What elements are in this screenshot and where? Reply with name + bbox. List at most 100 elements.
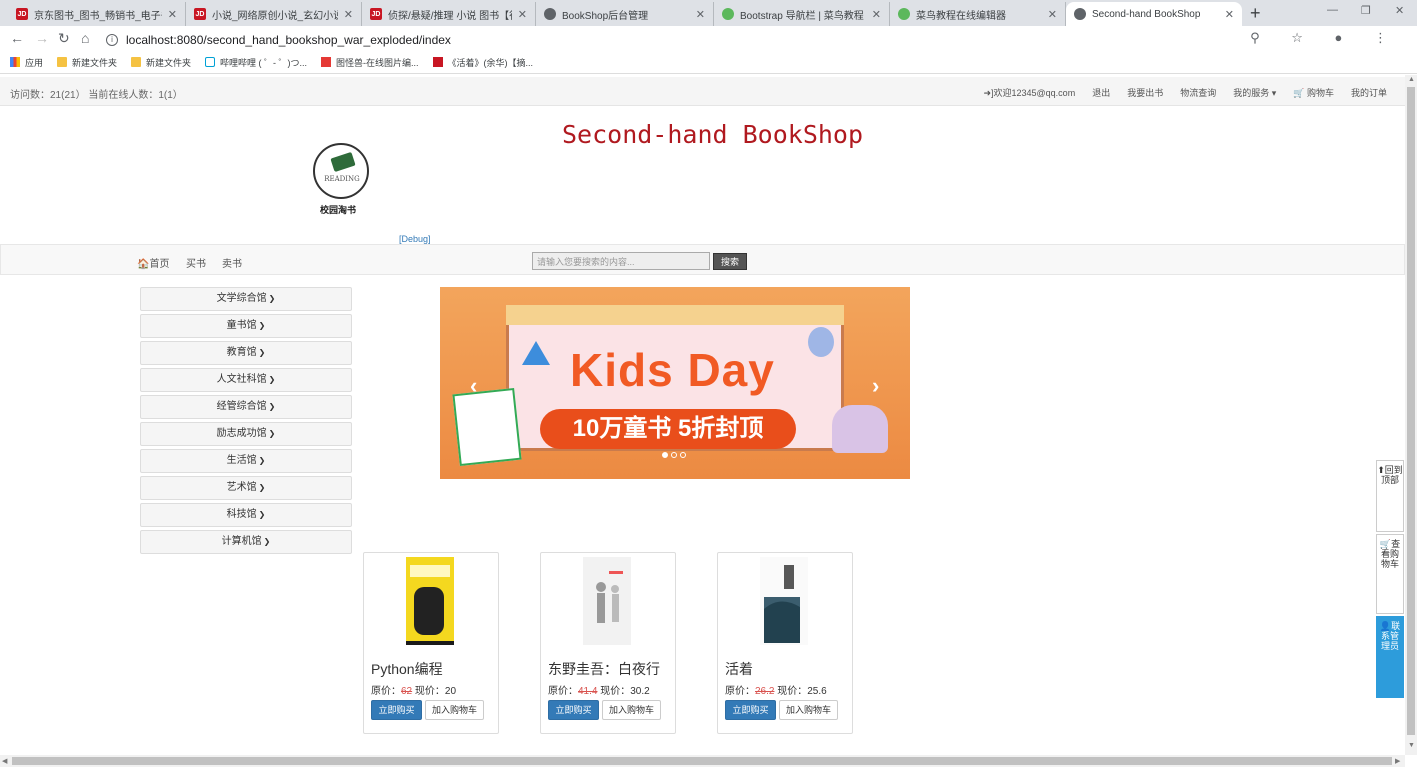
- scrollbar-thumb[interactable]: [12, 757, 1392, 765]
- scroll-right-icon[interactable]: ▶: [1395, 757, 1400, 765]
- view-cart-button[interactable]: 🛒查看购物车: [1376, 534, 1404, 614]
- carousel-dot[interactable]: [671, 452, 677, 458]
- buy-now-button[interactable]: 立即购买: [371, 700, 422, 720]
- browser-tab[interactable]: BookShop后台管理 ✕: [536, 2, 714, 26]
- nav-buy[interactable]: 买书: [186, 255, 206, 270]
- carousel-dot[interactable]: [680, 452, 686, 458]
- vertical-scrollbar[interactable]: ▲ ▼: [1405, 75, 1417, 755]
- scroll-left-icon[interactable]: ◀: [2, 757, 7, 765]
- debug-link[interactable]: [Debug]: [399, 234, 431, 244]
- category-item[interactable]: 计算机馆 ❯: [140, 530, 352, 554]
- category-item[interactable]: 科技馆 ❯: [140, 503, 352, 527]
- cart-link[interactable]: 🛒 购物车: [1293, 86, 1334, 99]
- carousel-dot[interactable]: [662, 452, 668, 458]
- back-icon[interactable]: ←: [10, 30, 24, 46]
- add-to-cart-button[interactable]: 加入购物车: [602, 700, 661, 720]
- welcome-user[interactable]: ➜]欢迎12345@qq.com: [983, 86, 1075, 99]
- browser-tab[interactable]: JD 侦探/悬疑/推理 小说 图书【行情 ✕: [362, 2, 536, 26]
- browser-tab[interactable]: 菜鸟教程在线编辑器 ✕: [890, 2, 1066, 26]
- search-input[interactable]: 请输入您要搜索的内容...: [532, 252, 710, 270]
- home-icon[interactable]: ⌂: [81, 30, 89, 46]
- product-name[interactable]: 东野圭吾：白夜行: [548, 659, 660, 679]
- window-close-button[interactable]: ✕: [1395, 4, 1404, 17]
- browser-tab[interactable]: JD 京东图书_图书_畅销书_电子书_新 ✕: [8, 2, 186, 26]
- close-icon[interactable]: ✕: [696, 8, 705, 21]
- apps-icon: [10, 57, 20, 67]
- bookmark-item[interactable]: 应用: [10, 56, 43, 69]
- logo-caption: 校园淘书: [320, 205, 357, 215]
- horizontal-scrollbar[interactable]: ◀ ▶: [0, 755, 1405, 767]
- scroll-down-icon[interactable]: ▼: [1408, 742, 1415, 749]
- carousel-next-icon[interactable]: ›: [872, 373, 879, 399]
- close-icon[interactable]: ✕: [344, 8, 353, 21]
- logout-link[interactable]: 退出: [1092, 86, 1110, 99]
- category-label: 教育馆: [226, 347, 257, 358]
- book-cover[interactable]: [583, 557, 631, 645]
- scrollbar-thumb[interactable]: [1407, 87, 1415, 735]
- chevron-down-icon: ❯: [263, 537, 271, 546]
- category-item[interactable]: 人文社科馆 ❯: [140, 368, 352, 392]
- sell-book-link[interactable]: 我要出书: [1127, 86, 1163, 99]
- category-item[interactable]: 生活馆 ❯: [140, 449, 352, 473]
- tab-title: 京东图书_图书_畅销书_电子书_新: [34, 10, 162, 22]
- bookmark-item[interactable]: 新建文件夹: [57, 56, 117, 69]
- category-item[interactable]: 经管综合馆 ❯: [140, 395, 352, 419]
- category-item[interactable]: 教育馆 ❯: [140, 341, 352, 365]
- top-nav: ➜]欢迎12345@qq.com 退出 我要出书 物流查询 我的服务 ▾ 🛒 购…: [966, 86, 1387, 99]
- minimize-button[interactable]: —: [1327, 4, 1338, 16]
- bookmark-item[interactable]: 哔哩哔哩 ( ゜- ゜)つ...: [205, 56, 307, 69]
- add-to-cart-button[interactable]: 加入购物车: [779, 700, 838, 720]
- logistics-link[interactable]: 物流查询: [1180, 86, 1216, 99]
- orders-link[interactable]: 我的订单: [1351, 86, 1387, 99]
- jd-icon: [432, 57, 443, 67]
- services-dropdown[interactable]: 我的服务 ▾: [1233, 86, 1276, 99]
- product-name[interactable]: 活着: [725, 659, 753, 679]
- close-icon[interactable]: ✕: [872, 8, 881, 21]
- close-icon[interactable]: ✕: [168, 8, 177, 21]
- close-icon[interactable]: ✕: [1225, 8, 1234, 21]
- chevron-down-icon: ❯: [258, 483, 266, 492]
- bookmark-item[interactable]: 图怪兽-在线图片编...: [321, 56, 419, 69]
- restore-button[interactable]: ❐: [1361, 4, 1371, 17]
- category-list: 文学综合馆 ❯ 童书馆 ❯ 教育馆 ❯ 人文社科馆 ❯ 经管综合馆 ❯ 励志成功馆 ❯ 生活…: [140, 287, 352, 557]
- carousel-prev-icon[interactable]: ‹: [470, 373, 477, 399]
- product-price: 原价：62 现价：20: [371, 682, 456, 697]
- nav-home[interactable]: 🏠首页: [137, 255, 169, 270]
- close-icon[interactable]: ✕: [518, 8, 527, 21]
- chevron-down-icon: ❯: [268, 294, 276, 303]
- banner-carousel[interactable]: Kids Day 10万童书 5折封顶 ‹ ›: [440, 287, 910, 479]
- category-item[interactable]: 艺术馆 ❯: [140, 476, 352, 500]
- nav-sell[interactable]: 卖书: [222, 255, 242, 270]
- product-name[interactable]: Python编程: [371, 659, 443, 679]
- site-logo[interactable]: READING: [313, 143, 369, 199]
- new-tab-button[interactable]: +: [1250, 3, 1261, 24]
- search-button[interactable]: 搜索: [713, 253, 747, 270]
- bookmark-item[interactable]: 新建文件夹: [131, 56, 191, 69]
- buy-now-button[interactable]: 立即购买: [725, 700, 776, 720]
- forward-icon[interactable]: →: [35, 30, 49, 46]
- now-price: 25.6: [807, 686, 827, 697]
- category-item[interactable]: 文学综合馆 ❯: [140, 287, 352, 311]
- contact-admin-button[interactable]: 👤联系管理员: [1376, 616, 1404, 698]
- add-to-cart-button[interactable]: 加入购物车: [425, 700, 484, 720]
- book-cover[interactable]: [760, 557, 808, 645]
- info-icon[interactable]: i: [106, 33, 118, 46]
- browser-tab-active[interactable]: Second-hand BookShop ✕: [1066, 2, 1242, 26]
- runoob-icon: [898, 8, 910, 20]
- tab-title: 侦探/悬疑/推理 小说 图书【行情: [388, 10, 512, 22]
- browser-tab[interactable]: JD 小说_网络原创小说_玄幻小说-图 ✕: [186, 2, 362, 26]
- book-cover[interactable]: [406, 557, 454, 645]
- url-field[interactable]: i localhost:8080/second_hand_bookshop_wa…: [106, 30, 1411, 49]
- toolbar-icons[interactable]: ⚲ ☆ ● ⋮: [1250, 30, 1401, 46]
- bookmark-item[interactable]: 《活着》(余华)【摘...: [432, 56, 533, 69]
- product-price: 原价：41.4 现价：30.2: [548, 682, 650, 697]
- browser-tab[interactable]: Bootstrap 导航栏 | 菜鸟教程 ✕: [714, 2, 890, 26]
- buy-now-button[interactable]: 立即购买: [548, 700, 599, 720]
- category-item[interactable]: 励志成功馆 ❯: [140, 422, 352, 446]
- category-item[interactable]: 童书馆 ❯: [140, 314, 352, 338]
- bookmark-label: 图怪兽-在线图片编...: [336, 57, 419, 68]
- close-icon[interactable]: ✕: [1048, 8, 1057, 21]
- back-to-top-button[interactable]: ⬆回到顶部: [1376, 460, 1404, 532]
- reload-icon[interactable]: ↻: [58, 30, 70, 47]
- scroll-up-icon[interactable]: ▲: [1408, 76, 1415, 83]
